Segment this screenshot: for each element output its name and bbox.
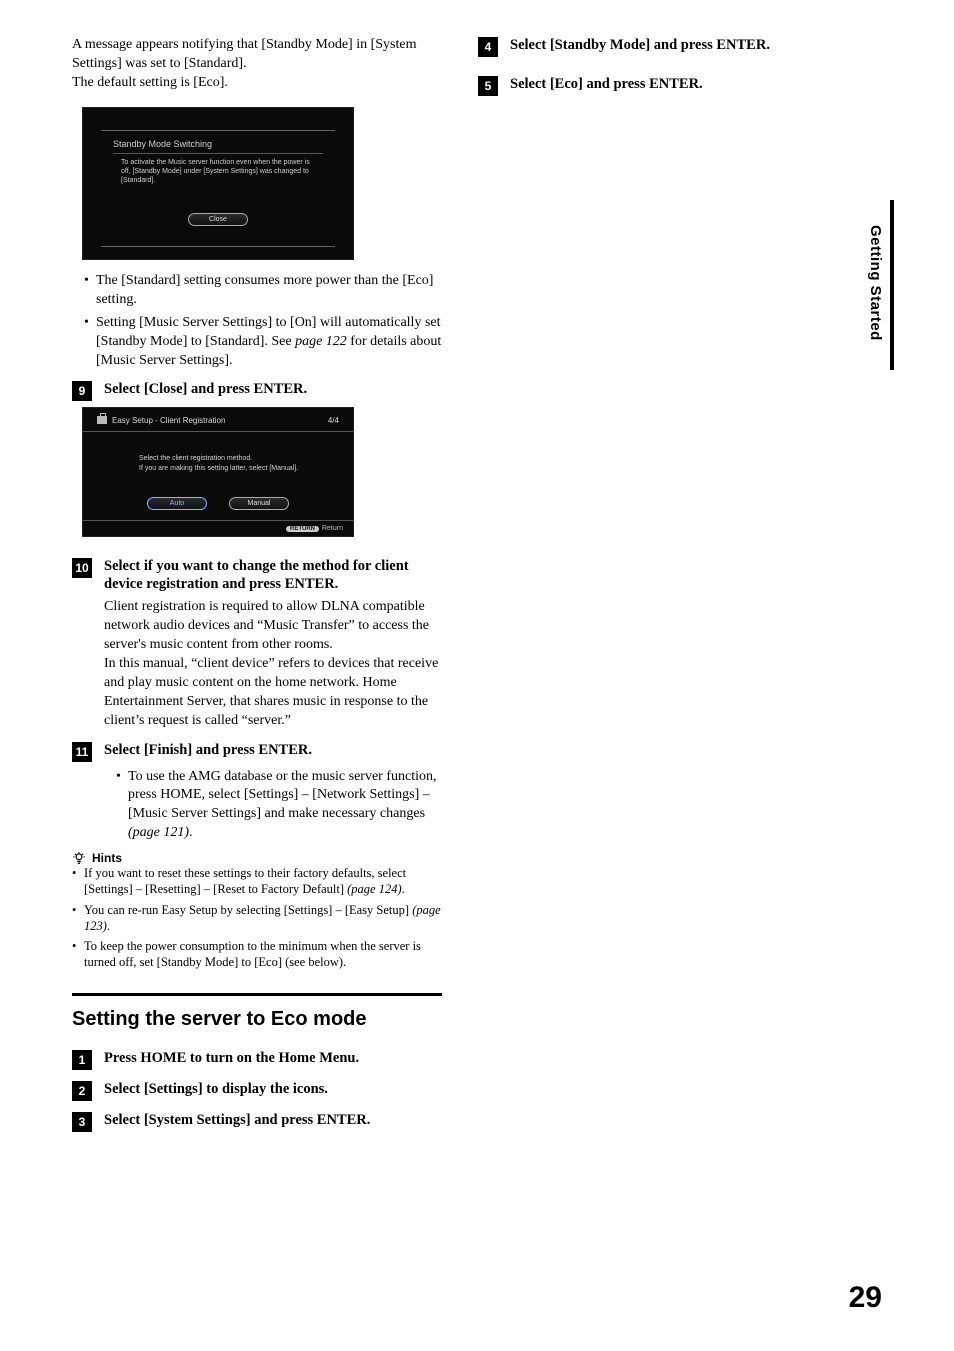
screenshot1-title: Standby Mode Switching [101, 135, 335, 153]
screenshot2-counter: 4/4 [328, 416, 339, 425]
eco-step-1-text: Press HOME to turn on the Home Menu. [104, 1049, 359, 1068]
step-10-text: Select if you want to change the method … [104, 557, 442, 595]
step-11-badge: 11 [72, 742, 92, 762]
intro-line-2: The default setting is [Eco]. [72, 75, 228, 90]
right-column: 4 Select [Standby Mode] and press ENTER.… [478, 36, 813, 1138]
section-divider [72, 993, 442, 996]
eco-step-1-badge: 1 [72, 1050, 92, 1070]
eco-step-2-text: Select [Settings] to display the icons. [104, 1080, 328, 1099]
hints-heading: Hints [72, 851, 442, 865]
eco-step-1: 1 Press HOME to turn on the Home Menu. [72, 1049, 442, 1070]
standby-notes: The [Standard] setting consumes more pow… [84, 272, 442, 370]
step-9-badge: 9 [72, 381, 92, 401]
eco-step-3-badge: 3 [72, 1112, 92, 1132]
screenshot2-auto-button: Auto [147, 497, 207, 510]
page-number: 29 [849, 1281, 882, 1315]
intro-line-1: A message appears notifying that [Standb… [72, 37, 417, 71]
hint-eco: To keep the power consumption to the min… [72, 938, 442, 971]
screenshot2-header: Easy Setup - Client Registration [97, 416, 225, 425]
step-11-text: Select [Finish] and press ENTER. [104, 741, 312, 760]
screenshot2-manual-button: Manual [229, 497, 289, 510]
screenshot-standby-mode: Standby Mode Switching To activate the M… [82, 107, 354, 260]
screenshot1-body: To activate the Music server function ev… [101, 154, 335, 195]
intro-paragraph: A message appears notifying that [Standb… [72, 36, 442, 93]
page-ref-122: page 122 [295, 334, 347, 349]
page-ref-121: (page 121) [128, 825, 189, 840]
eco-step-4: 4 Select [Standby Mode] and press ENTER. [478, 36, 813, 57]
step-10: 10 Select if you want to change the meth… [72, 557, 442, 731]
lightbulb-icon [72, 851, 86, 865]
two-column-layout: A message appears notifying that [Standb… [72, 36, 882, 1138]
hint-rerun: You can re-run Easy Setup by selecting [… [72, 902, 442, 935]
left-column: A message appears notifying that [Standb… [72, 36, 442, 1138]
screenshot2-body: Select the client registration method. I… [83, 432, 353, 478]
step-10-body: Client registration is required to allow… [104, 598, 442, 730]
hints-list: If you want to reset these settings to t… [72, 865, 442, 971]
step-9-text: Select [Close] and press ENTER. [104, 380, 307, 399]
eco-step-5: 5 Select [Eco] and press ENTER. [478, 75, 813, 96]
eco-step-2: 2 Select [Settings] to display the icons… [72, 1080, 442, 1101]
screenshot2-footer: RETURNReturn [83, 520, 353, 536]
screenshot1-close-button: Close [188, 213, 248, 226]
note-music-server: Setting [Music Server Settings] to [On] … [84, 314, 442, 371]
eco-section-title: Setting the server to Eco mode [72, 1008, 442, 1031]
eco-step-2-badge: 2 [72, 1081, 92, 1101]
page: A message appears notifying that [Standb… [0, 0, 954, 1351]
note-standard-power: The [Standard] setting consumes more pow… [84, 272, 442, 310]
step-10-badge: 10 [72, 558, 92, 578]
eco-step-4-badge: 4 [478, 37, 498, 57]
step-11-bullets: To use the AMG database or the music ser… [116, 768, 442, 844]
screenshot-client-registration: Easy Setup - Client Registration 4/4 Sel… [82, 407, 354, 536]
step-9: 9 Select [Close] and press ENTER. [72, 380, 442, 401]
eco-step-5-text: Select [Eco] and press ENTER. [510, 75, 703, 94]
step-11-bullet: To use the AMG database or the music ser… [116, 768, 442, 844]
step-11: 11 Select [Finish] and press ENTER. [72, 741, 442, 762]
return-badge-icon: RETURN [286, 526, 319, 532]
hints-label: Hints [92, 851, 122, 865]
eco-step-5-badge: 5 [478, 76, 498, 96]
side-tab: Getting Started [867, 225, 884, 341]
suitcase-icon [97, 416, 107, 424]
eco-step-3: 3 Select [System Settings] and press ENT… [72, 1111, 442, 1132]
hint-reset: If you want to reset these settings to t… [72, 865, 442, 898]
eco-step-3-text: Select [System Settings] and press ENTER… [104, 1111, 370, 1130]
side-tab-bar [890, 200, 894, 370]
page-ref-124: (page 124) [347, 882, 402, 896]
eco-step-4-text: Select [Standby Mode] and press ENTER. [510, 36, 770, 55]
